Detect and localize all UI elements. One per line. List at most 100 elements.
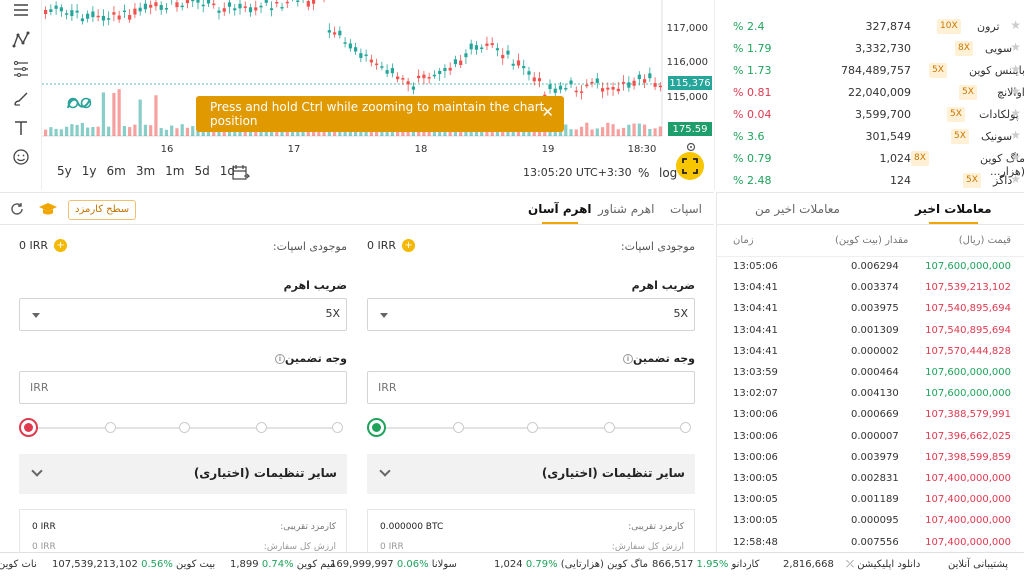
add-funds-icon[interactable]: + xyxy=(54,239,68,252)
candle-body xyxy=(264,0,268,3)
market-price: 327,874 xyxy=(865,20,912,33)
refresh-icon[interactable] xyxy=(10,202,24,219)
volume-bar xyxy=(564,124,568,136)
tab-floating-leverage[interactable]: اهرم شناور xyxy=(598,202,654,216)
tab-recent-trades[interactable]: معاملات اخیر xyxy=(915,202,992,224)
star-icon[interactable]: ★ xyxy=(1010,150,1021,164)
log-scale-toggle[interactable]: log xyxy=(659,166,677,180)
slider-step-100[interactable] xyxy=(680,422,691,433)
tab-easy-leverage[interactable]: اهرم آسان xyxy=(528,202,592,224)
timeframe-5y[interactable]: 5y xyxy=(52,164,77,178)
tab-spot[interactable]: اسپات xyxy=(670,202,702,216)
market-row[interactable]: % 2.48 124 5X داگز ★ xyxy=(715,170,1024,192)
add-funds-icon[interactable]: + xyxy=(402,239,416,252)
download-app-icon: ⤫ xyxy=(846,559,858,570)
star-icon[interactable]: ★ xyxy=(1010,106,1021,120)
ticker-item[interactable]: پشتیبانی آنلاین xyxy=(948,559,1008,570)
optional-settings-accordion[interactable]: سایر تنظیمات (اختیاری) xyxy=(367,454,695,494)
ticker-item[interactable]: نات کوین xyxy=(0,559,37,570)
candle-body xyxy=(86,13,90,19)
pattern-icon[interactable] xyxy=(10,29,32,51)
candle-body xyxy=(233,8,237,11)
fee-level-button[interactable]: سطح کارمزد xyxy=(68,200,137,220)
market-price: 3,599,700 xyxy=(855,108,911,121)
timeframe-1y[interactable]: 1y xyxy=(77,164,102,178)
candle-body xyxy=(579,91,584,93)
ticker-item[interactable]: 107,539,213,102 0.56% بیت کوین xyxy=(52,559,215,570)
slider-step-75[interactable] xyxy=(256,422,267,433)
brush-icon[interactable] xyxy=(10,88,32,110)
info-icon[interactable]: i xyxy=(275,354,285,364)
timeframe-6m[interactable]: 6m xyxy=(102,164,131,178)
volume-bar xyxy=(164,129,169,136)
price-ticker: نات کوین 107,539,213,102 0.56% بیت کوین 1,… xyxy=(0,552,1024,576)
timeframe-3m[interactable]: 3m xyxy=(131,164,160,178)
buy-percent-slider[interactable] xyxy=(367,418,695,438)
star-icon[interactable]: ★ xyxy=(1010,172,1021,186)
star-icon[interactable]: ★ xyxy=(1010,128,1021,142)
ticker-item[interactable]: ⤫ دانلود اپلیکیشن xyxy=(846,559,920,570)
date-range-icon[interactable] xyxy=(232,165,251,184)
timeframe-5d[interactable]: 5d xyxy=(189,164,214,178)
sell-percent-slider[interactable] xyxy=(19,418,347,438)
last-price-tag: 115,376 xyxy=(668,76,712,90)
slider-step-50[interactable] xyxy=(527,422,538,433)
star-icon[interactable]: ★ xyxy=(1010,18,1021,32)
candle-body xyxy=(49,9,53,12)
order-value-label: ارزش کل سفارش: xyxy=(611,542,684,552)
candle-body xyxy=(338,30,342,36)
candle-body xyxy=(569,80,573,85)
candle-body xyxy=(154,2,158,7)
leverage-badge: 10X xyxy=(937,19,961,34)
market-row[interactable]: % 3.6 301,549 5X سونیک ★ xyxy=(715,126,1024,148)
volume-bar xyxy=(653,128,657,136)
market-row[interactable]: % 1.73 784,489,757 5X بایننس کوین ★ xyxy=(715,60,1024,82)
market-row[interactable]: % 1.79 3,332,730 8X سویی ★ xyxy=(715,38,1024,60)
emoji-icon[interactable] xyxy=(10,146,32,168)
tab-my-trades[interactable]: معاملات اخیر من xyxy=(755,202,840,216)
star-icon[interactable]: ★ xyxy=(1010,62,1021,76)
leverage-select[interactable]: 5X xyxy=(367,298,695,331)
star-icon[interactable]: ★ xyxy=(1010,84,1021,98)
candlestick-chart[interactable]: 117,000 116,000 115,000 16 17 18 19 18:30 xyxy=(42,0,712,160)
leverage-select[interactable]: 5X xyxy=(19,298,347,331)
margin-input[interactable] xyxy=(19,371,347,404)
market-row[interactable]: % 0.81 22,040,009 5X اوالانچ ★ xyxy=(715,82,1024,104)
fib-icon[interactable] xyxy=(10,58,32,80)
academy-icon[interactable] xyxy=(38,201,58,220)
volume-bar xyxy=(175,128,179,136)
margin-input[interactable] xyxy=(367,371,695,404)
timeframe-1m[interactable]: 1m xyxy=(160,164,189,178)
ticker-item[interactable]: 866,517 1.95% کاردانو xyxy=(652,559,759,570)
slider-handle[interactable] xyxy=(367,418,386,437)
y-tick-label: 116,000 xyxy=(667,57,708,68)
candle-body xyxy=(54,5,58,9)
market-row[interactable]: % 2.4 327,874 10X ترون ★ xyxy=(715,16,1024,38)
slider-step-100[interactable] xyxy=(332,422,343,433)
candle-body xyxy=(648,73,652,79)
toast-close-icon[interactable]: ✕ xyxy=(541,103,554,121)
ticker-item[interactable]: 2,816,668 xyxy=(783,559,834,570)
percent-scale-toggle[interactable]: % xyxy=(638,166,649,180)
text-icon[interactable] xyxy=(10,117,32,139)
lines-icon[interactable] xyxy=(10,0,32,22)
market-row[interactable]: % 0.04 3,599,700 5X پولکادات ★ xyxy=(715,104,1024,126)
candle-body xyxy=(553,88,557,93)
market-row[interactable]: % 0.79 1,024 8X ماگ کوین (هزار... ★ xyxy=(715,148,1024,178)
margin-label: وجه تضمینi xyxy=(271,352,347,365)
ticker-item[interactable]: 1,899 0.74% میم کوین xyxy=(230,559,335,570)
fullscreen-button[interactable] xyxy=(676,152,704,180)
optional-settings-accordion[interactable]: سایر تنظیمات (اختیاری) xyxy=(19,454,347,494)
ticker-name: سولانا xyxy=(431,559,457,570)
slider-step-25[interactable] xyxy=(453,422,464,433)
leverage-badge: 5X xyxy=(947,107,965,122)
info-icon[interactable]: i xyxy=(623,354,633,364)
star-icon[interactable]: ★ xyxy=(1010,40,1021,54)
ticker-item[interactable]: 169,999,997 0.06% سولانا xyxy=(330,559,457,570)
slider-step-25[interactable] xyxy=(105,422,116,433)
chevron-down-icon xyxy=(32,313,40,318)
slider-handle[interactable] xyxy=(19,418,38,437)
ticker-item[interactable]: 1,024 0.79% ماگ کوین (هزارتایی) xyxy=(494,559,648,570)
slider-step-50[interactable] xyxy=(179,422,190,433)
slider-step-75[interactable] xyxy=(604,422,615,433)
